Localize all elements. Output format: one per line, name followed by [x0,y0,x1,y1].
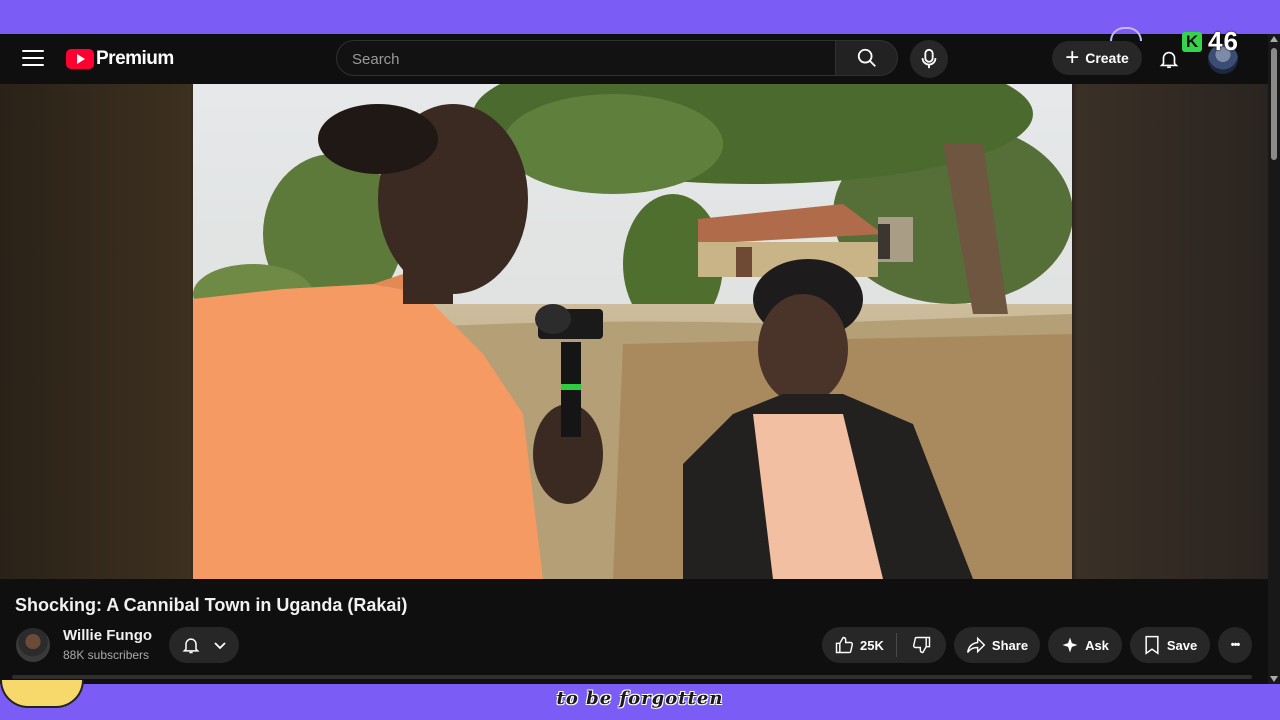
share-button[interactable]: Share [954,627,1040,663]
video-title: Shocking: A Cannibal Town in Uganda (Rak… [15,595,408,615]
dislike-icon [912,636,930,654]
youtube-premium-logo[interactable]: Premium [66,48,174,70]
create-label: Create [1085,50,1129,66]
scroll-down-icon[interactable] [1270,676,1278,682]
like-dislike-group: 25K [822,627,946,663]
subscription-notifications-button[interactable] [169,627,239,663]
sparkle-icon [1062,637,1078,653]
video-player-area [0,84,1268,579]
scroll-up-icon[interactable] [1270,36,1278,42]
bell-icon [182,638,199,654]
ask-button[interactable]: Ask [1048,627,1122,663]
more-actions-button[interactable]: ••• [1218,627,1252,663]
share-label: Share [991,637,1029,653]
overlay-ring-decoration [1110,27,1142,41]
search-button[interactable] [836,40,898,76]
like-icon [835,636,854,654]
bell-icon [1159,51,1179,69]
plus-icon: + [1065,44,1080,71]
page-scrollbar[interactable] [1268,34,1280,684]
logo-text: Premium [96,48,174,69]
channel-avatar[interactable] [16,628,50,662]
video-player[interactable] [193,84,1072,579]
notifications-button[interactable] [1156,46,1182,72]
search-icon [857,48,876,67]
channel-subscribers: 88K subscribers [63,648,150,662]
stream-caption: to be forgotten [556,688,724,709]
youtube-window: Premium + Create [0,34,1268,684]
menu-icon[interactable] [22,50,44,68]
description-box-edge [12,675,1252,679]
chevron-down-icon [213,642,226,650]
channel-name[interactable]: Willie Fungo [63,627,152,644]
like-count: 25K [860,637,884,653]
share-icon [966,636,986,654]
like-button[interactable]: 25K [822,627,896,663]
save-button[interactable]: Save [1130,627,1210,663]
search-input[interactable] [337,41,814,77]
video-frame-image [193,84,1072,579]
top-bar: Premium + Create [0,34,1268,84]
dislike-button[interactable] [897,627,946,663]
save-label: Save [1166,637,1198,653]
ask-label: Ask [1085,637,1109,653]
mic-icon [921,48,937,69]
more-icon: ••• [1230,639,1241,651]
youtube-logo-icon [66,49,94,69]
streamer-counter-overlay: K 46 [1182,26,1239,57]
badge-number: 46 [1208,26,1239,56]
create-button[interactable]: + Create [1052,41,1142,75]
bookmark-icon [1145,635,1159,655]
badge-letter: K [1182,31,1202,52]
search-box [336,40,836,77]
voice-search-button[interactable] [910,40,948,78]
scrollbar-thumb[interactable] [1271,48,1277,160]
